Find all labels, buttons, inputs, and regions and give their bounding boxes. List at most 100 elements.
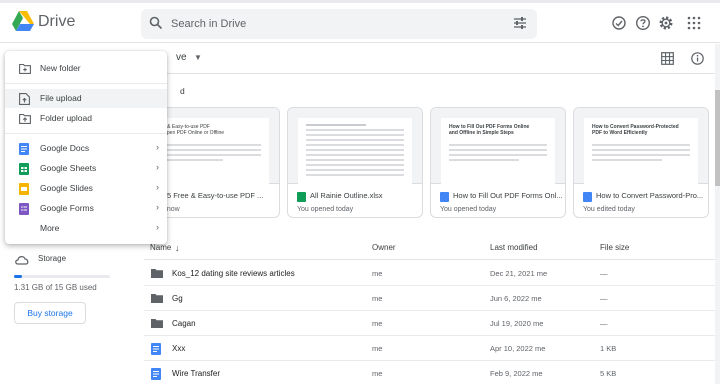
table-row[interactable]: Wire Transfer me Feb 9, 2022 me 5 KB bbox=[144, 361, 716, 386]
file-owner: me bbox=[372, 319, 383, 328]
file-size: — bbox=[600, 269, 608, 278]
thumbnail-text: and Offline in Simple Steps bbox=[449, 130, 514, 136]
file-owner: me bbox=[372, 269, 383, 278]
file-name: Gg bbox=[172, 294, 183, 303]
file-table-header: Name ↓ Owner Last modified File size bbox=[144, 238, 716, 260]
table-row[interactable]: Gg me Jun 6, 2022 me — bbox=[144, 286, 716, 311]
thumbnail-text: How to Convert Password-Protected bbox=[592, 124, 679, 130]
search-input[interactable] bbox=[171, 15, 501, 33]
folder-upload-icon bbox=[19, 113, 31, 124]
file-name: Wire Transfer bbox=[172, 369, 221, 378]
new-item-menu: New folder File upload Folder upload Goo… bbox=[5, 51, 167, 244]
storage-progress-fill bbox=[14, 275, 23, 278]
app-header: Drive bbox=[0, 3, 720, 43]
vertical-scrollbar[interactable] bbox=[715, 44, 720, 384]
app-name[interactable]: Drive bbox=[38, 13, 75, 31]
menu-item-label: Google Docs bbox=[40, 143, 90, 153]
title-bar: ve ▼ bbox=[130, 44, 716, 74]
file-size: 1 KB bbox=[600, 344, 617, 353]
thumbnail-text: How to Fill Out PDF Forms Online bbox=[449, 124, 530, 130]
menu-item-label: Google Sheets bbox=[40, 163, 97, 173]
menu-item-label: Google Slides bbox=[40, 183, 93, 193]
menu-item-google-docs[interactable]: Google Docs › bbox=[5, 139, 167, 158]
file-name: Xxx bbox=[172, 344, 186, 353]
file-size: — bbox=[600, 294, 608, 303]
file-size: 5 KB bbox=[600, 369, 617, 378]
file-size: — bbox=[600, 319, 608, 328]
thumbnail-page: How to Fill Out PDF Forms Online and Off… bbox=[441, 118, 555, 184]
menu-item-new-folder[interactable]: New folder bbox=[5, 59, 167, 78]
file-modified: Jun 6, 2022 me bbox=[490, 294, 542, 303]
file-thumbnail: How to Convert Password-Protected PDF to… bbox=[574, 108, 708, 184]
menu-item-folder-upload[interactable]: Folder upload bbox=[5, 109, 167, 128]
file-owner: me bbox=[372, 369, 383, 378]
menu-item-label: Google Forms bbox=[40, 203, 94, 213]
sheets-file-icon bbox=[297, 192, 306, 202]
file-owner: me bbox=[372, 344, 383, 353]
submenu-arrow-icon: › bbox=[156, 162, 159, 172]
file-activity: You edited today bbox=[583, 206, 635, 213]
apps-grid-icon[interactable] bbox=[686, 15, 702, 31]
menu-item-file-upload[interactable]: File upload bbox=[5, 89, 167, 108]
folder-icon bbox=[151, 294, 163, 303]
thumbnail-page: e & Easy-to-use PDF Open PDF Online or O… bbox=[155, 118, 269, 184]
column-header-owner[interactable]: Owner bbox=[372, 243, 396, 252]
file-upload-icon bbox=[19, 93, 30, 105]
column-header-name[interactable]: Name bbox=[150, 243, 171, 252]
table-row[interactable]: Xxx me Apr 10, 2022 me 1 KB bbox=[144, 336, 716, 361]
submenu-arrow-icon: › bbox=[156, 202, 159, 212]
file-modified: Dec 21, 2021 me bbox=[490, 269, 548, 278]
sort-arrow-icon[interactable]: ↓ bbox=[175, 243, 180, 253]
thumbnail-text: PDF to Word Efficiently bbox=[592, 130, 648, 136]
storage-progress-bar bbox=[14, 275, 110, 278]
page-title[interactable]: ve bbox=[176, 52, 187, 63]
scrollbar-thumb[interactable] bbox=[715, 90, 720, 186]
new-folder-icon bbox=[19, 63, 31, 74]
settings-gear-icon[interactable] bbox=[658, 15, 674, 31]
buy-storage-button[interactable]: Buy storage bbox=[14, 302, 86, 324]
docs-file-icon bbox=[151, 368, 161, 380]
thumbnail-page: How to Convert Password-Protected PDF to… bbox=[584, 118, 698, 184]
thumbnail-text: e & Easy-to-use PDF bbox=[163, 124, 210, 130]
search-options-icon[interactable] bbox=[513, 16, 527, 30]
file-card[interactable]: How to Convert Password-Protected PDF to… bbox=[573, 107, 709, 218]
submenu-arrow-icon: › bbox=[156, 222, 159, 232]
menu-item-google-forms[interactable]: Google Forms › bbox=[5, 199, 167, 218]
menu-item-google-sheets[interactable]: Google Sheets › bbox=[5, 159, 167, 178]
column-header-last-modified[interactable]: Last modified bbox=[490, 243, 538, 252]
column-header-file-size[interactable]: File size bbox=[600, 243, 629, 252]
sheets-icon bbox=[19, 163, 29, 175]
file-name: Kos_12 dating site reviews articles bbox=[172, 269, 295, 278]
file-card[interactable]: All Rainie Outline.xlsx You opened today bbox=[287, 107, 423, 218]
drive-logo-icon[interactable] bbox=[12, 11, 34, 31]
cloud-icon bbox=[15, 256, 29, 265]
menu-item-label: More bbox=[40, 223, 60, 233]
search-icon[interactable] bbox=[149, 16, 163, 30]
thumbnail-text: Open PDF Online or Offline bbox=[163, 130, 225, 136]
file-modified: Apr 10, 2022 me bbox=[490, 344, 546, 353]
menu-item-label: File upload bbox=[40, 93, 82, 103]
folder-icon bbox=[151, 319, 163, 328]
file-name: How to Convert Password-Pro... bbox=[596, 191, 704, 200]
menu-item-google-slides[interactable]: Google Slides › bbox=[5, 179, 167, 198]
table-row[interactable]: Kos_12 dating site reviews articles me D… bbox=[144, 261, 716, 286]
file-modified: Jul 19, 2020 me bbox=[490, 319, 544, 328]
offline-status-icon[interactable] bbox=[611, 15, 627, 31]
file-thumbnail: How to Fill Out PDF Forms Online and Off… bbox=[431, 108, 565, 184]
menu-item-label: Folder upload bbox=[40, 113, 92, 123]
file-card[interactable]: How to Fill Out PDF Forms Online and Off… bbox=[430, 107, 566, 218]
menu-item-more[interactable]: More › bbox=[5, 219, 167, 238]
grid-view-icon[interactable] bbox=[661, 52, 674, 65]
menu-divider bbox=[5, 133, 167, 134]
search-bar[interactable] bbox=[141, 9, 537, 39]
title-dropdown-icon[interactable]: ▼ bbox=[194, 53, 202, 62]
file-modified: Feb 9, 2022 me bbox=[490, 369, 543, 378]
file-activity: You opened today bbox=[440, 206, 497, 213]
storage-used-text: 1.31 GB of 15 GB used bbox=[14, 283, 97, 292]
menu-item-label: New folder bbox=[40, 63, 81, 73]
info-icon[interactable] bbox=[691, 52, 704, 65]
table-row[interactable]: Cagan me Jul 19, 2020 me — bbox=[144, 311, 716, 336]
slides-icon bbox=[19, 183, 29, 195]
submenu-arrow-icon: › bbox=[156, 182, 159, 192]
help-icon[interactable] bbox=[635, 15, 651, 31]
